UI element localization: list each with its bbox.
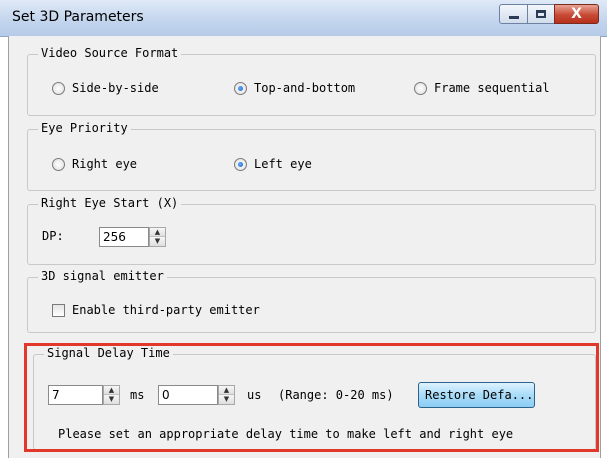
eye-priority-group: Eye Priority Right eye Left eye [27, 121, 596, 191]
radio-icon [52, 157, 65, 171]
radio-label: Right eye [72, 157, 138, 171]
close-button[interactable]: X [554, 4, 599, 24]
window-title: Set 3D Parameters [12, 9, 144, 25]
radio-right-eye[interactable]: Right eye [52, 157, 137, 171]
radio-frame-sequential[interactable]: Frame sequential [414, 81, 550, 95]
eye-priority-title: Eye Priority [38, 121, 131, 135]
right-eye-start-title: Right Eye Start (X) [38, 196, 182, 210]
radio-icon [414, 81, 427, 95]
maximize-button[interactable] [527, 4, 555, 24]
maximize-icon [536, 10, 546, 18]
radio-left-eye[interactable]: Left eye [234, 157, 312, 171]
radio-selected-icon [234, 81, 247, 95]
radio-top-and-bottom[interactable]: Top-and-bottom [234, 81, 355, 95]
third-party-emitter-checkbox[interactable]: Enable third-party emitter [52, 303, 260, 317]
radio-label: Frame sequential [434, 81, 550, 95]
dp-label: DP: [42, 229, 64, 243]
dp-stepper[interactable]: ▲ ▼ [149, 227, 166, 247]
checkbox-icon [52, 303, 65, 317]
emitter-group: 3D signal emitter Enable third-party emi… [27, 269, 596, 333]
radio-selected-icon [234, 157, 247, 171]
emitter-title: 3D signal emitter [38, 269, 167, 283]
radio-side-by-side[interactable]: Side-by-side [52, 81, 159, 95]
close-icon: X [571, 6, 582, 22]
minimize-icon [509, 16, 519, 19]
highlight-box [24, 343, 599, 452]
spin-down-icon[interactable]: ▼ [150, 237, 165, 246]
dp-input[interactable]: 256 [99, 227, 149, 247]
minimize-button[interactable] [499, 4, 528, 24]
radio-label: Side-by-side [72, 81, 159, 95]
video-source-title: Video Source Format [38, 46, 182, 60]
radio-label: Top-and-bottom [254, 81, 356, 95]
right-eye-start-group: Right Eye Start (X) DP: 256 ▲ ▼ [27, 196, 596, 265]
video-source-group: Video Source Format Side-by-side Top-and… [27, 46, 596, 116]
radio-icon [52, 81, 65, 95]
radio-label: Left eye [254, 157, 312, 171]
spin-up-icon[interactable]: ▲ [150, 228, 165, 237]
checkbox-label: Enable third-party emitter [72, 303, 260, 317]
